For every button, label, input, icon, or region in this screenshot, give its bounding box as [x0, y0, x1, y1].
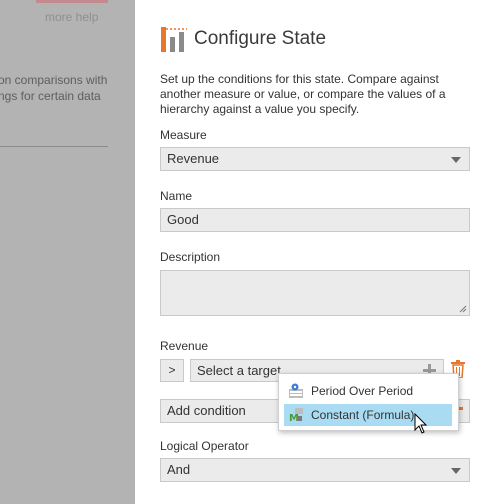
panel-header: Configure State — [160, 24, 326, 54]
description-textarea[interactable] — [160, 270, 470, 316]
operator-button[interactable]: > — [160, 359, 184, 382]
description-label: Description — [160, 250, 221, 264]
name-input[interactable]: Good — [160, 208, 470, 232]
background-desc-line: ngs for certain data — [0, 89, 101, 103]
state-chart-icon — [160, 25, 188, 53]
constant-formula-icon: M — [288, 407, 304, 424]
target-menu: Period Over Period M Constant (Formula) — [278, 373, 459, 431]
chevron-down-icon — [451, 468, 461, 474]
logical-operator-dropdown[interactable]: And — [160, 458, 470, 482]
name-value: Good — [167, 212, 199, 227]
background-description: on comparisons with ngs for certain data — [0, 72, 135, 104]
add-condition-label: Add condition — [167, 403, 246, 418]
period-over-period-icon — [288, 383, 304, 399]
panel-title: Configure State — [194, 28, 327, 49]
background-panel: more help on comparisons with ngs for ce… — [0, 0, 135, 504]
background-desc-line: on comparisons with — [0, 73, 108, 87]
resize-grip-icon[interactable] — [459, 305, 467, 313]
measure-value: Revenue — [167, 151, 220, 166]
logical-operator-label: Logical Operator — [160, 439, 249, 453]
name-label: Name — [160, 189, 193, 203]
menu-item-label: Constant (Formula) — [311, 408, 415, 422]
menu-item-period-over-period[interactable]: Period Over Period — [284, 380, 452, 402]
more-help-link: more help — [45, 10, 99, 24]
background-divider — [0, 146, 108, 147]
menu-item-label: Period Over Period — [311, 384, 414, 398]
background-button-edge — [36, 0, 108, 3]
measure-dropdown[interactable]: Revenue — [160, 147, 470, 171]
mouse-pointer-icon — [414, 413, 428, 434]
intro-text: Set up the conditions for this state. Co… — [160, 72, 446, 116]
condition-label: Revenue — [160, 339, 209, 353]
configure-state-panel: Configure State Set up the conditions fo… — [135, 0, 493, 504]
target-placeholder: Select a target — [197, 363, 281, 378]
chevron-down-icon — [451, 157, 461, 163]
measure-label: Measure — [160, 128, 207, 142]
logical-operator-value: And — [167, 462, 191, 477]
